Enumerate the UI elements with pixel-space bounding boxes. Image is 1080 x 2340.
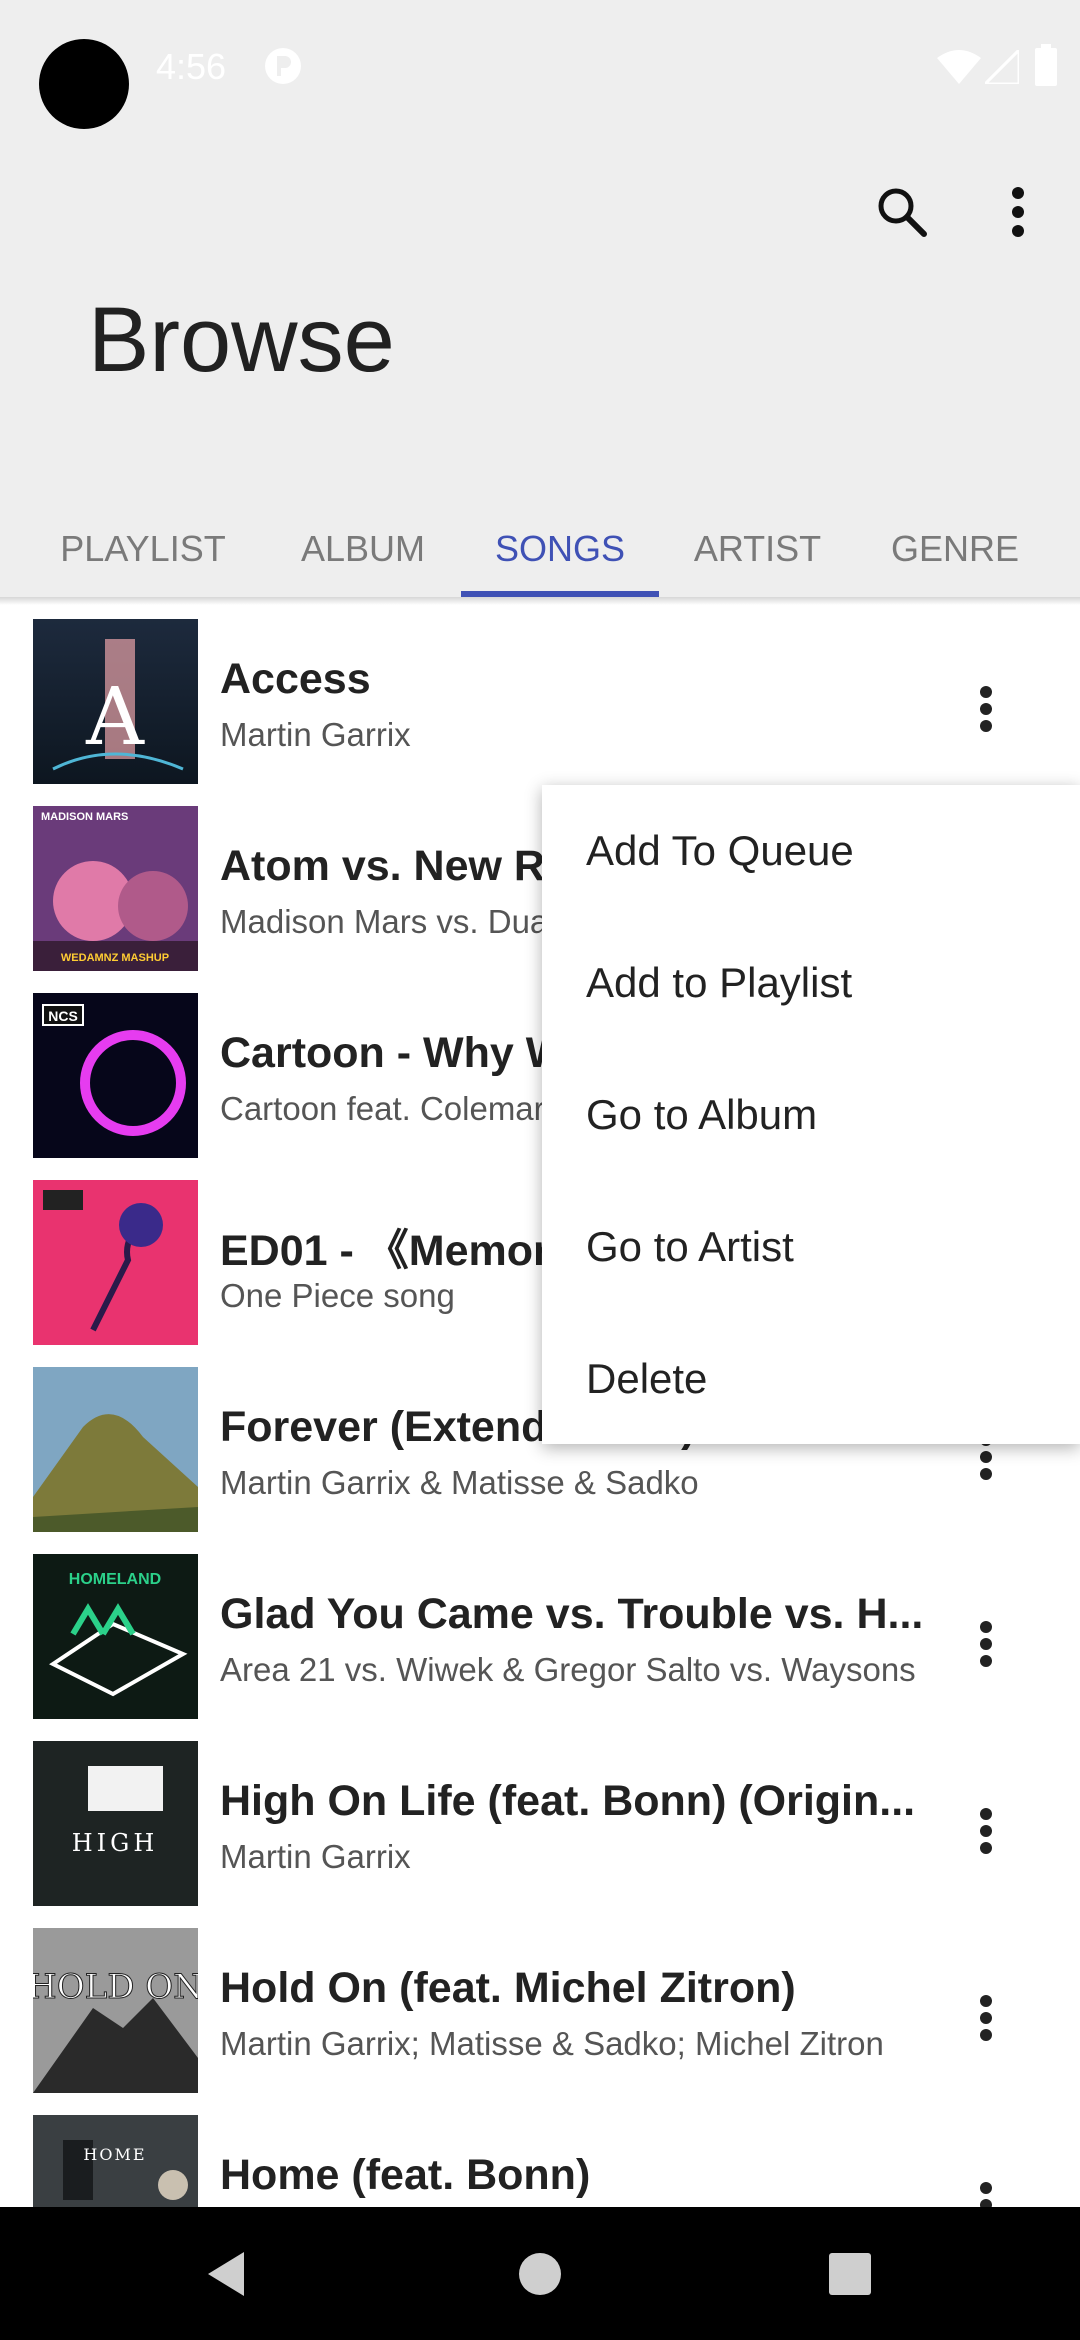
album-art: NCS	[33, 993, 198, 1158]
more-vert-icon	[980, 1995, 992, 2041]
menu-item-add-to-playlist[interactable]: Add to Playlist	[542, 917, 1080, 1049]
song-more-button[interactable]	[950, 2165, 1022, 2207]
song-title: Cartoon - Why W	[220, 1029, 567, 1077]
more-vert-icon	[980, 686, 992, 732]
page-title: Browse	[88, 289, 395, 391]
home-icon	[519, 2252, 561, 2295]
song-artist: Martin Garrix & Matisse & Sadko	[220, 1464, 699, 1501]
more-vert-icon	[1012, 187, 1024, 237]
song-title: Glad You Came vs. Trouble vs. H...	[220, 1590, 924, 1638]
song-title: ED01 - 《Memor	[220, 1227, 550, 1275]
overflow-menu-button[interactable]	[978, 172, 1058, 252]
song-artist: Martin Garrix	[220, 716, 411, 753]
album-art-text: MADISON MARS	[41, 811, 128, 823]
nav-back-button[interactable]	[156, 2207, 296, 2340]
album-art-text: NCS	[48, 1008, 78, 1024]
menu-item-label: Delete	[586, 1355, 708, 1402]
back-icon	[208, 2251, 244, 2296]
tab-album[interactable]: ALBUM	[278, 500, 448, 597]
album-art-text: HOMELAND	[69, 1571, 161, 1588]
nav-home-button[interactable]	[470, 2207, 610, 2340]
menu-item-label: Add to Playlist	[586, 959, 853, 1006]
song-more-button[interactable]	[950, 669, 1022, 749]
album-art-text: WEDAMNZ MASHUP	[61, 952, 169, 964]
tab-artist[interactable]: ARTIST	[680, 500, 835, 597]
song-artist: Madison Mars vs. Dua	[220, 903, 549, 940]
song-artist: Martin Garrix; Matisse & Sadko; Michel Z…	[220, 2025, 884, 2062]
tab-playlist[interactable]: PLAYLIST	[38, 500, 248, 597]
menu-item-add-to-queue[interactable]: Add To Queue	[542, 785, 1080, 917]
tab-bar: PLAYLIST ALBUM SONGS ARTIST GENRE	[0, 500, 1080, 597]
album-art: MADISON MARS WEDAMNZ MASHUP	[33, 806, 198, 971]
album-art: HOME	[33, 2115, 198, 2207]
song-artist: Martin Garrix	[220, 1838, 411, 1875]
recents-icon	[829, 2252, 871, 2295]
album-art: HOLD ON	[33, 1928, 198, 2093]
song-title: Hold On (feat. Michel Zitron)	[220, 1964, 796, 2012]
status-time: 4:56	[156, 46, 227, 87]
battery-icon	[1035, 44, 1057, 86]
tab-songs[interactable]: SONGS	[461, 500, 659, 597]
song-artist: Cartoon feat. Colemar	[220, 1090, 545, 1127]
menu-item-label: Go to Artist	[586, 1223, 794, 1270]
app-header: 4:56 Browse PLAYLIST ALBUM SONGS ARTIST …	[0, 0, 1080, 597]
song-more-button[interactable]	[950, 1978, 1022, 2058]
system-nav-bar	[0, 2207, 1080, 2340]
search-button[interactable]	[862, 172, 942, 252]
song-artist: Area 21 vs. Wiwek & Gregor Salto vs. Way…	[220, 1651, 916, 1688]
song-context-menu: Add To Queue Add to Playlist Go to Album…	[542, 785, 1080, 1444]
song-title: High On Life (feat. Bonn) (Origin...	[220, 1777, 916, 1825]
menu-item-label: Go to Album	[586, 1091, 818, 1138]
song-title: Access	[220, 655, 371, 703]
wifi-icon	[937, 50, 981, 84]
album-art-text: A	[85, 670, 145, 763]
signal-icon	[985, 50, 1019, 84]
song-row[interactable]: HIGH High On Life (feat. Bonn) (Origin..…	[0, 1719, 1080, 1906]
nav-recents-button[interactable]	[780, 2207, 920, 2340]
more-vert-icon	[980, 2182, 992, 2207]
camera-cutout	[39, 39, 129, 129]
search-icon	[878, 188, 927, 237]
menu-item-go-to-artist[interactable]: Go to Artist	[542, 1181, 1080, 1313]
menu-item-go-to-album[interactable]: Go to Album	[542, 1049, 1080, 1181]
song-more-button[interactable]	[950, 1791, 1022, 1871]
more-vert-icon	[980, 1621, 992, 1667]
album-art-text: HIGH	[72, 1829, 159, 1857]
tab-genre[interactable]: GENRE	[880, 500, 1030, 597]
song-row[interactable]: HOLD ON Hold On (feat. Michel Zitron) Ma…	[0, 1906, 1080, 2093]
song-title: Atom vs. New Ru	[220, 842, 572, 890]
menu-item-label: Add To Queue	[586, 827, 854, 874]
song-row[interactable]: A Access Martin Garrix	[0, 597, 1080, 784]
song-artist: One Piece song	[220, 1277, 455, 1314]
album-art: HIGH	[33, 1741, 198, 1906]
album-art	[33, 1367, 198, 1532]
song-row[interactable]: HOME Home (feat. Bonn)	[0, 2093, 1080, 2207]
header-shadow	[0, 597, 1080, 605]
album-art-text: HOLD ON	[33, 1967, 198, 2007]
album-art: HOMELAND	[33, 1554, 198, 1719]
song-row[interactable]: HOMELAND Glad You Came vs. Trouble vs. H…	[0, 1532, 1080, 1719]
album-art-text: HOME	[83, 2145, 146, 2164]
more-vert-icon	[980, 1808, 992, 1854]
song-more-button[interactable]	[950, 1604, 1022, 1684]
song-title: Home (feat. Bonn)	[220, 2151, 591, 2199]
album-art: A	[33, 619, 198, 784]
album-art	[33, 1180, 198, 1345]
data-saver-icon	[265, 48, 301, 84]
menu-item-delete[interactable]: Delete	[542, 1313, 1080, 1445]
